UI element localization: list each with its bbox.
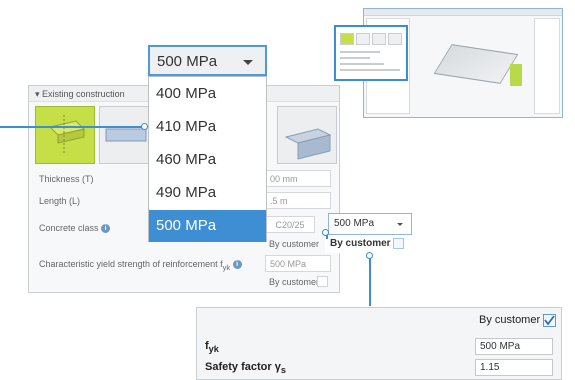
dropdown-option[interactable]: 410 MPa (149, 111, 266, 143)
construction-type-tile-4[interactable] (277, 106, 337, 164)
safety-factor-subscript: s (280, 365, 286, 376)
chevron-down-icon[interactable] (243, 60, 253, 65)
by-customer-callout-label: By customer (330, 238, 391, 249)
leader-dot-3 (366, 252, 373, 259)
thumbnail-highlight (510, 64, 522, 86)
grade-dropdown[interactable]: 500 MPa (148, 45, 267, 76)
thickness-field[interactable]: 00 mm (265, 170, 331, 187)
by-customer-label-2: By customer (269, 277, 320, 287)
leader-line (0, 126, 144, 128)
safety-factor-label: Safety factor γs (205, 361, 286, 375)
by-customer-label-1: By customer (269, 239, 320, 249)
yield-strength-label: Characteristic yield strength of reinfor… (39, 259, 242, 272)
dropdown-option-selected[interactable]: 500 MPa (149, 210, 266, 242)
yield-strength-text: Characteristic yield strength of reinfor… (39, 259, 223, 269)
leader-dot-2 (322, 229, 329, 236)
leader-dot (141, 123, 148, 130)
block-icon (284, 128, 332, 160)
thumbnail-titlebar (364, 9, 562, 16)
fyk-field[interactable]: 500 MPa (475, 338, 553, 355)
by-customer-checkbox-callout[interactable] (393, 238, 404, 249)
concrete-class-field[interactable]: C20/25 (265, 216, 315, 233)
checkmark-icon (544, 315, 555, 326)
safety-factor-field[interactable]: 1.15 (475, 359, 553, 376)
dropdown-option[interactable]: 400 MPa (149, 78, 266, 110)
by-customer-checkbox-2[interactable] (317, 276, 328, 287)
dropdown-list: 400 MPa 410 MPa 460 MPa 490 MPa 500 MPa (148, 76, 267, 242)
by-customer-label-3: By customer (479, 314, 541, 326)
dropdown-option[interactable]: 490 MPa (149, 177, 266, 209)
by-customer-checkbox-checked[interactable] (543, 314, 556, 327)
info-icon[interactable]: i (101, 224, 111, 234)
safety-factor-text: Safety factor γ (205, 361, 281, 373)
fyk-label: fyk (205, 340, 219, 354)
thickness-label: Thickness (T) (39, 174, 94, 184)
length-label: Length (L) (39, 196, 81, 206)
grade-select-value: 500 MPa (334, 218, 375, 229)
info-icon-2[interactable]: i (232, 260, 242, 270)
yield-strength-select[interactable]: 500 MPa (265, 255, 331, 272)
thumbnail-right-panel (534, 18, 560, 114)
dropdown-selected-value: 500 MPa (157, 53, 218, 70)
thumbnail-inset-panel (334, 25, 408, 81)
thumbnail-3d-slab (433, 44, 519, 84)
leader-line-3 (369, 256, 371, 306)
slab-icon (49, 115, 85, 155)
yield-strength-subscript: yk (222, 262, 231, 272)
concrete-class-text: Concrete class (39, 223, 99, 233)
fyk-subscript: yk (208, 344, 219, 355)
collapse-icon[interactable]: ▾ (35, 89, 40, 99)
chevron-down-icon[interactable] (397, 223, 403, 226)
construction-type-tile-1[interactable] (35, 106, 95, 164)
concrete-class-label: Concrete class i (39, 223, 111, 234)
section-title: Existing construction (42, 89, 125, 99)
grade-select-callout[interactable]: 500 MPa (328, 213, 412, 235)
length-field[interactable]: .5 m (265, 192, 331, 209)
yield-strength-callout: By customer fyk 500 MPa Safety factor γs… (196, 307, 562, 380)
dropdown-option[interactable]: 460 MPa (149, 144, 266, 176)
